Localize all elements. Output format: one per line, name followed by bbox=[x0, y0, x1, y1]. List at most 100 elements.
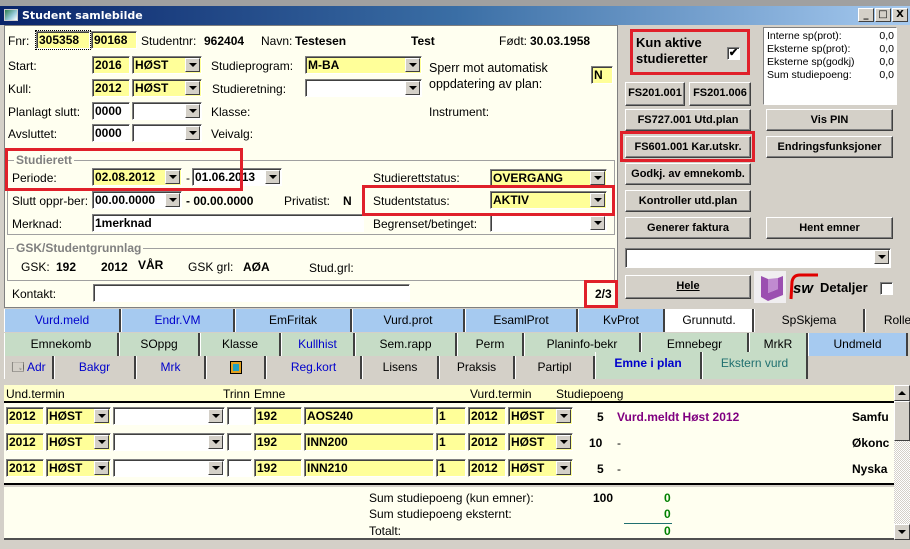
tab-vurd-prot[interactable]: Vurd.prot bbox=[352, 309, 465, 332]
chevron-down-icon[interactable] bbox=[208, 435, 223, 449]
fnr-number-field[interactable]: 90168 bbox=[91, 31, 137, 49]
tab-esamlprot[interactable]: EsamlProt bbox=[465, 309, 578, 332]
emne-field[interactable]: INN210 bbox=[304, 459, 434, 477]
inst-field[interactable]: 192 bbox=[254, 433, 302, 451]
slutt-fra-select[interactable]: 00.00.0000 bbox=[92, 191, 182, 209]
fs727-utdplan-button[interactable]: FS727.001 Utd.plan bbox=[625, 109, 751, 131]
tab-emnekomb[interactable]: Emnekomb bbox=[4, 333, 119, 356]
minimize-button[interactable]: _ bbox=[858, 8, 874, 22]
tab-emne-i-plan[interactable]: Emne i plan bbox=[595, 352, 702, 379]
fs201001-button[interactable]: FS201.001 bbox=[625, 82, 685, 106]
emne-field[interactable]: AOS240 bbox=[304, 407, 434, 425]
chevron-down-icon[interactable] bbox=[185, 81, 200, 95]
tab-klasse[interactable]: Klasse bbox=[200, 333, 281, 356]
chevron-down-icon[interactable] bbox=[94, 435, 109, 449]
chevron-down-icon[interactable] bbox=[405, 58, 420, 72]
vurd-term-select[interactable]: HØST bbox=[508, 459, 573, 477]
inst-field[interactable]: 192 bbox=[254, 459, 302, 477]
vis-pin-button[interactable]: Vis PIN bbox=[766, 109, 893, 131]
godkj-emnekomb-button[interactable]: Godkj. av emnekomb. bbox=[625, 163, 751, 185]
kun-aktive-checkbox[interactable]: ✔ bbox=[727, 47, 740, 60]
fs201006-button[interactable]: FS201.006 bbox=[689, 82, 751, 106]
chevron-down-icon[interactable] bbox=[556, 435, 571, 449]
tab-reg-kort[interactable]: Reg.kort bbox=[266, 356, 362, 379]
scroll-down-button[interactable] bbox=[894, 524, 910, 540]
vurd-term-select[interactable]: HØST bbox=[508, 433, 573, 451]
und-term-select[interactable]: HØST bbox=[46, 433, 111, 451]
generer-faktura-button[interactable]: Generer faktura bbox=[625, 217, 751, 239]
tab-soppg[interactable]: SOppg bbox=[119, 333, 200, 356]
tab-spskjema[interactable]: SpSkjema bbox=[754, 309, 865, 332]
sperr-field[interactable]: N bbox=[591, 66, 613, 84]
versjon-field[interactable]: 1 bbox=[436, 459, 466, 477]
chevron-down-icon[interactable] bbox=[590, 171, 605, 185]
und-term-select[interactable]: HØST bbox=[46, 407, 111, 425]
scroll-up-button[interactable] bbox=[894, 385, 910, 401]
tab-undmeld[interactable]: Undmeld bbox=[808, 333, 908, 356]
tab-vurd-meld[interactable]: Vurd.meld bbox=[4, 309, 121, 332]
maximize-button[interactable]: □ bbox=[875, 8, 891, 22]
hent-emner-button[interactable]: Hent emner bbox=[766, 217, 893, 239]
chevron-down-icon[interactable] bbox=[94, 409, 109, 423]
start-year-field[interactable]: 2016 bbox=[92, 56, 130, 74]
chevron-down-icon[interactable] bbox=[185, 126, 200, 140]
inst-field[interactable]: 192 bbox=[254, 407, 302, 425]
und-year-field[interactable]: 2012 bbox=[6, 433, 44, 451]
tab-grunnutd-[interactable]: Grunnutd. bbox=[665, 309, 754, 332]
chevron-down-icon[interactable] bbox=[874, 250, 889, 264]
title-bar[interactable]: Student samlebilde _ □ X bbox=[0, 6, 910, 25]
fnr-date-field[interactable]: 305358 bbox=[35, 30, 91, 50]
tab-partipl[interactable]: Partipl bbox=[515, 356, 595, 379]
chevron-down-icon[interactable] bbox=[208, 461, 223, 475]
studieprogram-select[interactable]: M-BA bbox=[305, 56, 422, 74]
vurd-year-field[interactable]: 2012 bbox=[468, 459, 506, 477]
detaljer-checkbox[interactable] bbox=[880, 282, 893, 295]
trinn-field[interactable] bbox=[227, 433, 252, 451]
action-combo[interactable] bbox=[625, 248, 891, 268]
chevron-down-icon[interactable] bbox=[94, 461, 109, 475]
tab-endr-vm[interactable]: Endr.VM bbox=[121, 309, 235, 332]
start-term-select[interactable]: HØST bbox=[132, 56, 202, 74]
close-button[interactable]: X bbox=[892, 8, 908, 22]
chevron-down-icon[interactable] bbox=[556, 409, 571, 423]
tab-kullhist[interactable]: Kullhist bbox=[281, 333, 355, 356]
begrenset-select[interactable] bbox=[490, 214, 607, 232]
chevron-down-icon[interactable] bbox=[185, 104, 200, 118]
chevron-down-icon[interactable] bbox=[185, 58, 200, 72]
tab-adr[interactable]: 🗔 Adr bbox=[4, 356, 54, 379]
tab-praksis[interactable]: Praksis bbox=[439, 356, 515, 379]
chevron-down-icon[interactable] bbox=[265, 170, 280, 184]
tab-rolle[interactable]: Rolle bbox=[865, 309, 910, 332]
chevron-down-icon[interactable] bbox=[590, 216, 605, 230]
chevron-down-icon[interactable] bbox=[165, 193, 180, 207]
fs601-karutskr-button[interactable]: FS601.001 Kar.utskr. bbox=[625, 136, 751, 158]
kull-term-select[interactable]: HØST bbox=[132, 79, 202, 97]
und-extra-select[interactable] bbox=[113, 433, 225, 451]
tab-kvprot[interactable]: KvProt bbox=[578, 309, 665, 332]
studieretning-select[interactable] bbox=[305, 79, 422, 97]
tab-mrk[interactable]: Mrk bbox=[136, 356, 206, 379]
emne-field[interactable]: INN200 bbox=[304, 433, 434, 451]
trinn-field[interactable] bbox=[227, 407, 252, 425]
grid-scrollbar[interactable] bbox=[894, 385, 910, 540]
avsluttet-term-select[interactable] bbox=[132, 124, 202, 142]
avsluttet-year-field[interactable]: 0000 bbox=[92, 124, 130, 142]
tab-bakgr[interactable]: Bakgr bbox=[54, 356, 136, 379]
endringsfunksjoner-button[interactable]: Endringsfunksjoner bbox=[766, 136, 893, 158]
vurd-term-select[interactable]: HØST bbox=[508, 407, 573, 425]
und-year-field[interactable]: 2012 bbox=[6, 407, 44, 425]
kontakt-field[interactable] bbox=[93, 284, 410, 302]
tab-ekstern-vurd[interactable]: Ekstern vurd bbox=[702, 352, 808, 379]
trinn-field[interactable] bbox=[227, 459, 252, 477]
vurd-year-field[interactable]: 2012 bbox=[468, 433, 506, 451]
vurd-year-field[interactable]: 2012 bbox=[468, 407, 506, 425]
merknad-field[interactable]: 1merknad bbox=[92, 214, 364, 232]
tab-image[interactable] bbox=[206, 356, 266, 379]
hele-button[interactable]: Hele bbox=[625, 275, 751, 299]
tab-lisens[interactable]: Lisens bbox=[362, 356, 439, 379]
tab-emfritak[interactable]: EmFritak bbox=[235, 309, 352, 332]
und-term-select[interactable]: HØST bbox=[46, 459, 111, 477]
tab-perm[interactable]: Perm bbox=[457, 333, 524, 356]
tab-sem-rapp[interactable]: Sem.rapp bbox=[355, 333, 457, 356]
chevron-down-icon[interactable] bbox=[556, 461, 571, 475]
